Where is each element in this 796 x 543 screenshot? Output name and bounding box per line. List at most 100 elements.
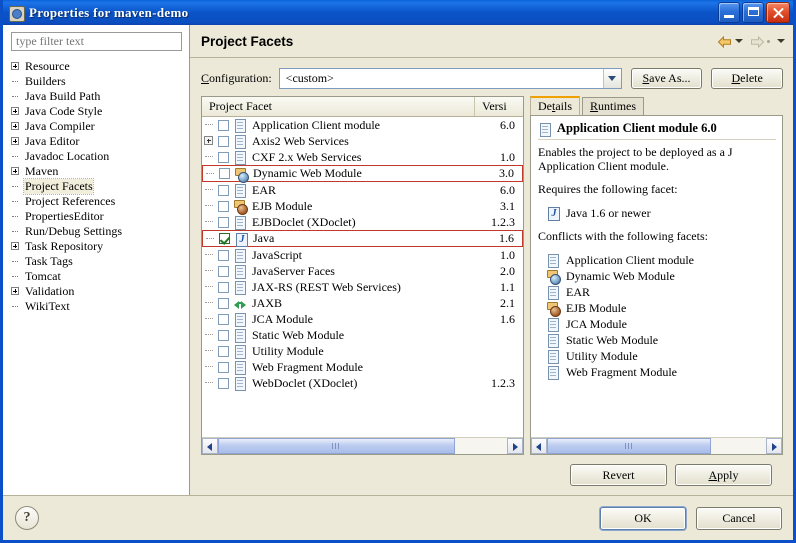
sidebar-item-project-references[interactable]: Project References bbox=[9, 194, 189, 209]
cancel-button[interactable]: Cancel bbox=[696, 506, 782, 530]
sidebar-item-java-editor[interactable]: Java Editor bbox=[9, 134, 189, 149]
page-menu-icon[interactable] bbox=[776, 35, 785, 47]
facet-checkbox[interactable] bbox=[218, 216, 229, 228]
expand-toggle-icon[interactable] bbox=[9, 239, 24, 254]
table-row[interactable]: Application Client module 6.0 bbox=[202, 117, 523, 133]
facet-checkbox[interactable] bbox=[218, 265, 229, 277]
facet-checkbox[interactable] bbox=[218, 249, 229, 261]
facet-checkbox[interactable] bbox=[218, 135, 229, 147]
facet-checkbox[interactable] bbox=[218, 184, 229, 196]
facet-table-hscrollbar[interactable] bbox=[202, 437, 523, 454]
facet-checkbox[interactable] bbox=[218, 345, 229, 357]
table-row[interactable]: JAXB 2.1 bbox=[202, 295, 523, 311]
sidebar-item-run-debug-settings[interactable]: Run/Debug Settings bbox=[9, 224, 189, 239]
table-row[interactable]: Dynamic Web Module 3.0 bbox=[202, 165, 523, 183]
nav-separator-dot bbox=[767, 39, 770, 43]
facet-checkbox[interactable] bbox=[218, 377, 229, 389]
table-row[interactable]: J Java 1.6 bbox=[202, 230, 523, 247]
close-button[interactable] bbox=[766, 2, 790, 23]
facet-checkbox[interactable] bbox=[218, 151, 229, 163]
table-row[interactable]: JCA Module 1.6 bbox=[202, 311, 523, 327]
revert-button[interactable]: Revert bbox=[570, 464, 667, 486]
facet-checkbox[interactable] bbox=[218, 361, 229, 373]
details-hscrollbar[interactable] bbox=[531, 437, 782, 454]
expand-toggle-icon[interactable] bbox=[9, 59, 24, 74]
tab-details[interactable]: De t ails bbox=[530, 96, 581, 115]
details-scroll-thumb[interactable] bbox=[547, 438, 712, 454]
back-dropdown-icon[interactable] bbox=[734, 35, 743, 47]
table-row[interactable]: WebDoclet (XDoclet) 1.2.3 bbox=[202, 375, 523, 391]
sidebar-item-java-code-style[interactable]: Java Code Style bbox=[9, 104, 189, 119]
expand-toggle-icon[interactable] bbox=[9, 284, 24, 299]
table-row[interactable]: Utility Module bbox=[202, 343, 523, 359]
facet-scroll-track[interactable] bbox=[218, 438, 507, 454]
configuration-combo[interactable]: <custom> bbox=[278, 67, 622, 89]
expand-toggle-icon[interactable] bbox=[9, 134, 24, 149]
table-row[interactable]: EJBDoclet (XDoclet) 1.2.3 bbox=[202, 214, 523, 230]
sidebar-item-label: Javadoc Location bbox=[25, 149, 110, 163]
minimize-button[interactable] bbox=[718, 2, 740, 23]
sidebar-item-validation[interactable]: Validation bbox=[9, 284, 189, 299]
sidebar-item-javadoc-location[interactable]: Javadoc Location bbox=[9, 149, 189, 164]
tab-runtimes[interactable]: Runtimes bbox=[582, 97, 645, 115]
scroll-right-icon[interactable] bbox=[507, 438, 523, 454]
sidebar-item-maven[interactable]: Maven bbox=[9, 164, 189, 179]
table-row[interactable]: JavaServer Faces 2.0 bbox=[202, 263, 523, 279]
sidebar-item-java-compiler[interactable]: Java Compiler bbox=[9, 119, 189, 134]
title-bar: Properties for maven-demo bbox=[3, 0, 793, 25]
properties-dialog: Properties for maven-demo ResourceBuilde… bbox=[0, 0, 796, 543]
filter-input[interactable] bbox=[11, 32, 182, 51]
table-row[interactable]: Static Web Module bbox=[202, 327, 523, 343]
column-header-version[interactable]: Versi bbox=[475, 97, 523, 116]
sidebar-item-task-repository[interactable]: Task Repository bbox=[9, 239, 189, 254]
facet-checkbox[interactable] bbox=[218, 200, 229, 212]
facet-checkbox[interactable] bbox=[218, 119, 229, 131]
sidebar-item-propertieseditor[interactable]: PropertiesEditor bbox=[9, 209, 189, 224]
expand-toggle-icon[interactable] bbox=[9, 104, 24, 119]
chevron-down-icon[interactable] bbox=[602, 68, 621, 88]
delete-button[interactable]: Delete bbox=[711, 67, 783, 89]
sidebar-item-builders[interactable]: Builders bbox=[9, 74, 189, 89]
facet-scroll-thumb[interactable] bbox=[218, 438, 455, 454]
ok-button[interactable]: OK bbox=[600, 506, 686, 530]
sidebar-item-wikitext[interactable]: WikiText bbox=[9, 299, 189, 314]
scroll-left-icon[interactable] bbox=[202, 438, 218, 454]
facet-checkbox[interactable] bbox=[218, 329, 229, 341]
sidebar-item-project-facets[interactable]: Project Facets bbox=[9, 178, 189, 195]
table-row[interactable]: EAR 6.0 bbox=[202, 182, 523, 198]
facet-checkbox[interactable] bbox=[219, 233, 230, 244]
back-arrow-icon[interactable] bbox=[716, 34, 733, 49]
details-scroll-track[interactable] bbox=[547, 438, 766, 454]
sidebar-item-task-tags[interactable]: Task Tags bbox=[9, 254, 189, 269]
sidebar-item-java-build-path[interactable]: Java Build Path bbox=[9, 89, 189, 104]
facet-checkbox[interactable] bbox=[218, 297, 229, 309]
sidebar-item-tomcat[interactable]: Tomcat bbox=[9, 269, 189, 284]
facet-checkbox[interactable] bbox=[219, 168, 230, 179]
facet-name: CXF 2.x Web Services bbox=[252, 149, 362, 164]
document-icon bbox=[233, 134, 247, 149]
table-row[interactable]: Axis2 Web Services bbox=[202, 133, 523, 149]
save-as-button[interactable]: Save As... bbox=[630, 67, 703, 89]
facet-checkbox[interactable] bbox=[218, 281, 229, 293]
table-row[interactable]: EJB Module 3.1 bbox=[202, 198, 523, 215]
table-row[interactable]: JAX-RS (REST Web Services) 1.1 bbox=[202, 279, 523, 295]
facet-checkbox[interactable] bbox=[218, 313, 229, 325]
expand-toggle-icon[interactable] bbox=[9, 119, 24, 134]
details-scroll-right-icon[interactable] bbox=[766, 438, 782, 454]
sidebar-item-resource[interactable]: Resource bbox=[9, 59, 189, 74]
filter-wrapper bbox=[3, 25, 189, 55]
table-row[interactable]: JavaScript 1.0 bbox=[202, 247, 523, 263]
facet-table-header: Project Facet Versi bbox=[202, 97, 523, 117]
sidebar-item-label: Run/Debug Settings bbox=[25, 224, 123, 238]
table-row[interactable]: CXF 2.x Web Services 1.0 bbox=[202, 149, 523, 165]
expand-toggle-icon[interactable] bbox=[202, 133, 218, 149]
maximize-button[interactable] bbox=[742, 2, 764, 23]
table-row[interactable]: Web Fragment Module bbox=[202, 359, 523, 375]
column-header-facet[interactable]: Project Facet bbox=[202, 97, 475, 116]
help-icon[interactable]: ? bbox=[15, 506, 39, 530]
facet-name: JAX-RS (REST Web Services) bbox=[252, 279, 401, 294]
apply-button[interactable]: Apply bbox=[675, 464, 772, 486]
requires-list: J Java 1.6 or newer bbox=[538, 205, 776, 221]
details-scroll-left-icon[interactable] bbox=[531, 438, 547, 454]
expand-toggle-icon[interactable] bbox=[9, 164, 24, 179]
